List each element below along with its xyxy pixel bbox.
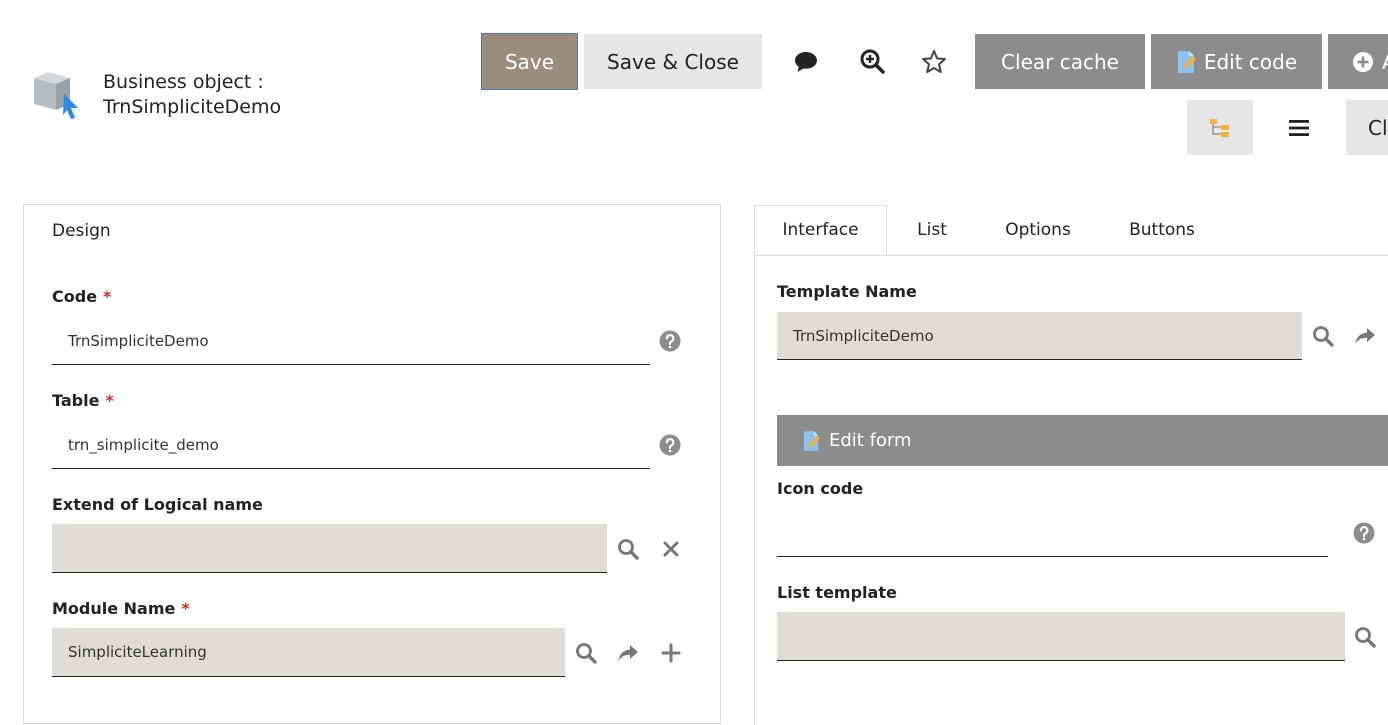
table-field[interactable]: trn_simplicite_demo <box>52 422 650 469</box>
page-title: Business object : TrnSimpliciteDemo <box>103 70 281 120</box>
edit-form-button[interactable]: Edit form <box>777 415 1388 466</box>
page-title-line2: TrnSimpliciteDemo <box>103 96 282 118</box>
required-mark: * <box>105 391 114 410</box>
tab-interface[interactable]: Interface <box>754 205 887 255</box>
template-name-field[interactable]: TrnSimpliciteDemo <box>777 312 1302 360</box>
edit-form-icon <box>802 430 820 452</box>
tab-options[interactable]: Options <box>985 205 1091 255</box>
add-button[interactable]: A <box>1328 34 1388 89</box>
clear-icon[interactable] <box>658 536 684 562</box>
tree-view-button[interactable] <box>1187 100 1253 155</box>
menu-icon[interactable] <box>1283 112 1315 144</box>
code-label: Code * <box>52 287 111 306</box>
code-label-text: Code <box>52 287 98 306</box>
add-icon[interactable] <box>658 640 684 666</box>
open-link-icon[interactable] <box>1352 323 1378 349</box>
table-label-text: Table <box>52 391 100 410</box>
more-button[interactable]: Cl <box>1346 100 1388 155</box>
icon-code-field[interactable] <box>777 510 1328 557</box>
code-field[interactable]: TrnSimpliciteDemo <box>52 318 650 365</box>
open-link-icon[interactable] <box>615 640 641 666</box>
edit-code-button[interactable]: Edit code <box>1151 34 1322 89</box>
template-name-label: Template Name <box>777 282 917 301</box>
star-icon[interactable] <box>918 46 950 78</box>
tab-list[interactable]: List <box>895 205 969 255</box>
add-label: A <box>1382 50 1388 74</box>
design-panel-title: Design <box>52 221 111 241</box>
module-label: Module Name * <box>52 599 190 618</box>
help-icon[interactable] <box>658 329 682 353</box>
edit-code-icon <box>1176 50 1196 74</box>
list-template-field[interactable] <box>777 612 1345 661</box>
object-icon <box>30 68 82 120</box>
extend-field[interactable] <box>52 524 607 573</box>
extend-label: Extend of Logical name <box>52 495 263 514</box>
icon-code-label: Icon code <box>777 479 864 498</box>
required-mark: * <box>103 287 112 306</box>
search-icon[interactable] <box>615 536 641 562</box>
clear-cache-button[interactable]: Clear cache <box>975 34 1145 89</box>
list-template-label: List template <box>777 583 897 602</box>
search-icon[interactable] <box>1352 624 1378 650</box>
save-button[interactable]: Save <box>481 33 578 90</box>
table-label: Table * <box>52 391 114 410</box>
search-icon[interactable] <box>573 640 599 666</box>
comment-icon[interactable] <box>790 46 822 78</box>
search-icon[interactable] <box>1310 323 1336 349</box>
page-title-line1: Business object : <box>103 71 264 93</box>
more-label: Cl <box>1368 115 1388 140</box>
zoom-search-icon[interactable] <box>856 45 888 77</box>
save-close-button[interactable]: Save & Close <box>584 34 762 89</box>
plus-circle-icon <box>1352 51 1374 73</box>
module-field[interactable]: SimpliciteLearning <box>52 628 565 677</box>
required-mark: * <box>181 599 190 618</box>
module-label-text: Module Name <box>52 599 176 618</box>
edit-code-label: Edit code <box>1203 49 1298 74</box>
edit-form-label: Edit form <box>829 430 912 451</box>
help-icon[interactable] <box>1352 521 1376 545</box>
tab-buttons[interactable]: Buttons <box>1108 205 1216 255</box>
tree-icon <box>1210 118 1229 137</box>
help-icon[interactable] <box>658 433 682 457</box>
